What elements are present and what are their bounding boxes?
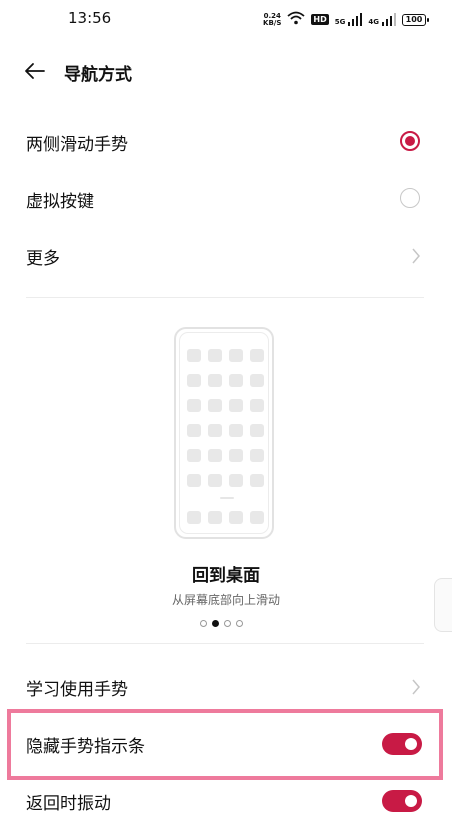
option-label: 虚拟按键	[26, 192, 94, 212]
highlight-box	[7, 709, 443, 780]
app-icon-placeholder	[208, 424, 222, 437]
app-icon-placeholder	[187, 349, 201, 362]
app-icon-placeholder	[187, 424, 201, 437]
app-icon-placeholder	[250, 424, 264, 437]
app-icon-placeholder	[187, 399, 201, 412]
app-icon-placeholder	[187, 474, 201, 487]
app-icon-placeholder	[229, 349, 243, 362]
app-icon-placeholder	[229, 424, 243, 437]
animation-subtitle: 从屏幕底部向上滑动	[171, 593, 280, 607]
app-icon-placeholder	[250, 474, 264, 487]
page-dot	[200, 620, 207, 627]
status-bar: 13:56 0.24 KB/S HD 5G 4G 100	[0, 0, 452, 40]
app-icon-placeholder	[229, 374, 243, 387]
radio-unselected-icon[interactable]	[400, 188, 420, 208]
gesture-illustration	[174, 327, 274, 539]
app-icon-placeholder	[187, 449, 201, 462]
app-icon-placeholder	[208, 349, 222, 362]
app-icon-placeholder	[208, 449, 222, 462]
dock-icon-placeholder	[187, 511, 201, 524]
app-icon-placeholder	[208, 474, 222, 487]
signal-icon-sim1: 5G	[335, 13, 363, 26]
page-title: 导航方式	[64, 65, 132, 85]
chevron-right-icon	[410, 246, 422, 266]
vibrate-on-back-row[interactable]: 返回时振动	[0, 773, 452, 829]
learn-label: 学习使用手势	[26, 680, 128, 700]
back-arrow-icon[interactable]	[22, 58, 48, 84]
status-time: 13:56	[68, 9, 112, 27]
network-speed: 0.24 KB/S	[263, 11, 282, 27]
app-icon-placeholder	[208, 399, 222, 412]
option-label: 两侧滑动手势	[26, 135, 128, 155]
option-virtual-keys[interactable]: 虚拟按键	[0, 171, 452, 227]
radio-selected-icon[interactable]	[400, 131, 420, 151]
app-icon-placeholder	[229, 474, 243, 487]
vibrate-on-back-toggle[interactable]	[382, 790, 422, 812]
status-icons: 0.24 KB/S HD 5G 4G 100	[263, 10, 429, 29]
phone-screen	[179, 332, 269, 534]
option-gesture[interactable]: 两侧滑动手势	[0, 114, 452, 170]
more-row[interactable]: 更多	[0, 228, 452, 284]
dock-icon-placeholder	[229, 511, 243, 524]
app-icon-placeholder	[187, 374, 201, 387]
dock-icon-placeholder	[208, 511, 222, 524]
page-dot	[212, 620, 219, 627]
app-icon-placeholder	[250, 399, 264, 412]
chevron-right-icon	[410, 677, 422, 697]
app-icon-placeholder	[229, 399, 243, 412]
more-label: 更多	[26, 249, 60, 269]
signal-icon-sim2: 4G	[368, 13, 396, 26]
page-dot	[236, 620, 243, 627]
hd-voice-icon: HD	[311, 14, 329, 25]
page-dot	[224, 620, 231, 627]
learn-gestures-row[interactable]: 学习使用手势	[0, 659, 452, 715]
header: 导航方式	[0, 56, 452, 92]
app-icon-placeholder	[208, 374, 222, 387]
dock-icon-placeholder	[250, 511, 264, 524]
app-icon-placeholder	[250, 374, 264, 387]
app-icon-placeholder	[229, 449, 243, 462]
home-indicator	[220, 497, 234, 499]
page-indicator	[200, 620, 243, 627]
wifi-icon	[287, 10, 305, 29]
edge-panel-handle[interactable]	[434, 578, 452, 632]
divider	[26, 643, 424, 644]
app-icon-placeholder	[250, 449, 264, 462]
app-icon-placeholder	[250, 349, 264, 362]
divider	[26, 297, 424, 298]
battery-icon: 100	[402, 13, 429, 26]
toggle-label: 返回时振动	[26, 794, 111, 814]
animation-title: 回到桌面	[192, 566, 260, 586]
